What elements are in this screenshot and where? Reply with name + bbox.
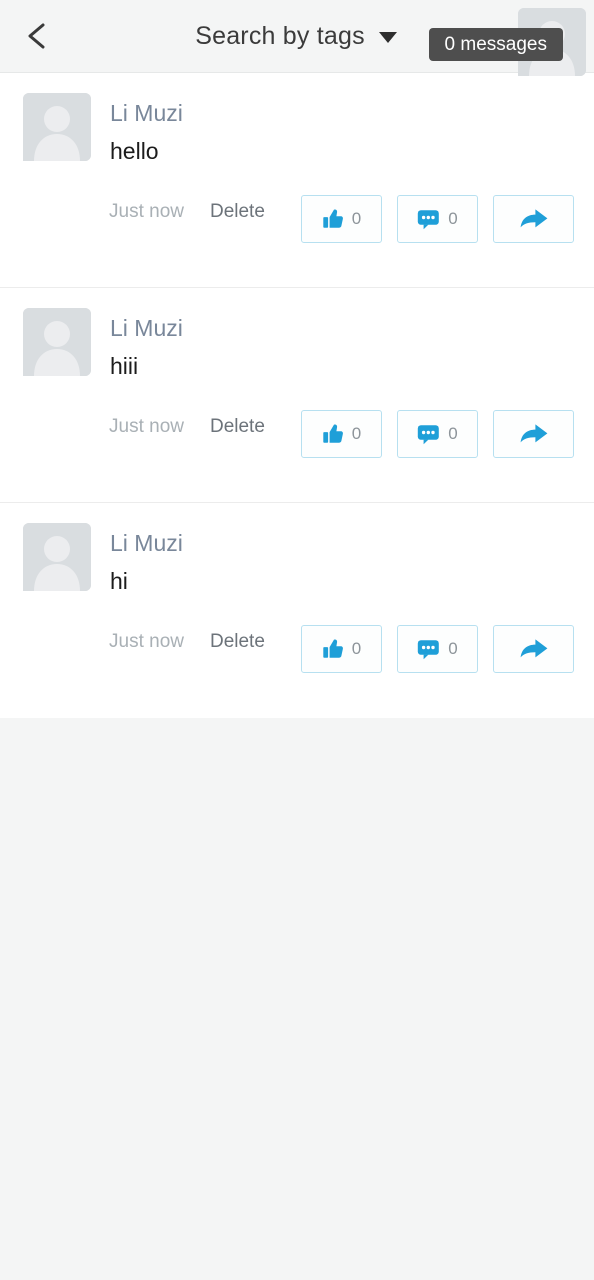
caret-down-icon — [378, 32, 397, 43]
like-count: 0 — [351, 424, 362, 443]
post-meta: Just now Delete — [109, 631, 265, 653]
share-arrow-icon — [519, 637, 549, 661]
post-author[interactable]: Li Muzi — [110, 315, 183, 342]
comment-button[interactable]: 0 — [397, 410, 478, 458]
post-meta: Just now Delete — [109, 416, 265, 438]
like-button[interactable]: 0 — [301, 625, 382, 673]
thumbs-up-icon — [322, 423, 344, 445]
comment-count: 0 — [448, 209, 458, 228]
post-item[interactable]: Li Muzi hiii Just now Delete 0 0 — [0, 288, 594, 503]
empty-area — [0, 718, 594, 1278]
app-screen: Search by tags 0 messages Li Muzi hello … — [0, 0, 594, 1280]
comment-button[interactable]: 0 — [397, 195, 478, 243]
share-arrow-icon — [519, 207, 549, 231]
post-feed: Li Muzi hello Just now Delete 0 0 Li Muz… — [0, 73, 594, 718]
post-item[interactable]: Li Muzi hello Just now Delete 0 0 — [0, 73, 594, 288]
toast-text: 0 messages — [444, 33, 547, 55]
post-actions: 0 0 — [301, 410, 574, 458]
post-actions: 0 0 — [301, 625, 574, 673]
delete-button[interactable]: Delete — [210, 201, 265, 223]
comment-bubble-icon — [417, 423, 440, 445]
share-button[interactable] — [493, 195, 574, 243]
chevron-left-icon — [23, 21, 49, 51]
post-body: hiii — [110, 353, 139, 379]
thumbs-up-icon — [322, 638, 344, 660]
post-item[interactable]: Li Muzi hi Just now Delete 0 0 — [0, 503, 594, 718]
comment-bubble-icon — [417, 208, 440, 230]
page-title: Search by tags — [195, 21, 365, 50]
like-button[interactable]: 0 — [301, 410, 382, 458]
post-actions: 0 0 — [301, 195, 574, 243]
comment-button[interactable]: 0 — [397, 625, 478, 673]
post-body: hi — [110, 568, 128, 594]
like-count: 0 — [351, 639, 362, 658]
post-timestamp: Just now — [109, 201, 184, 222]
avatar[interactable] — [23, 308, 91, 376]
post-meta: Just now Delete — [109, 201, 265, 223]
share-button[interactable] — [493, 410, 574, 458]
post-body: hello — [110, 138, 159, 164]
comment-bubble-icon — [417, 638, 440, 660]
post-timestamp: Just now — [109, 631, 184, 652]
delete-button[interactable]: Delete — [210, 631, 265, 653]
comment-count: 0 — [448, 424, 458, 443]
thumbs-up-icon — [322, 208, 344, 230]
like-count: 0 — [351, 209, 362, 228]
avatar[interactable] — [23, 93, 91, 161]
toast-message: 0 messages — [428, 28, 563, 61]
post-timestamp: Just now — [109, 416, 184, 437]
back-button[interactable] — [0, 0, 72, 73]
share-arrow-icon — [519, 422, 549, 446]
post-author[interactable]: Li Muzi — [110, 100, 183, 127]
like-button[interactable]: 0 — [301, 195, 382, 243]
post-author[interactable]: Li Muzi — [110, 530, 183, 557]
share-button[interactable] — [493, 625, 574, 673]
delete-button[interactable]: Delete — [210, 416, 265, 438]
comment-count: 0 — [448, 639, 458, 658]
avatar[interactable] — [23, 523, 91, 591]
